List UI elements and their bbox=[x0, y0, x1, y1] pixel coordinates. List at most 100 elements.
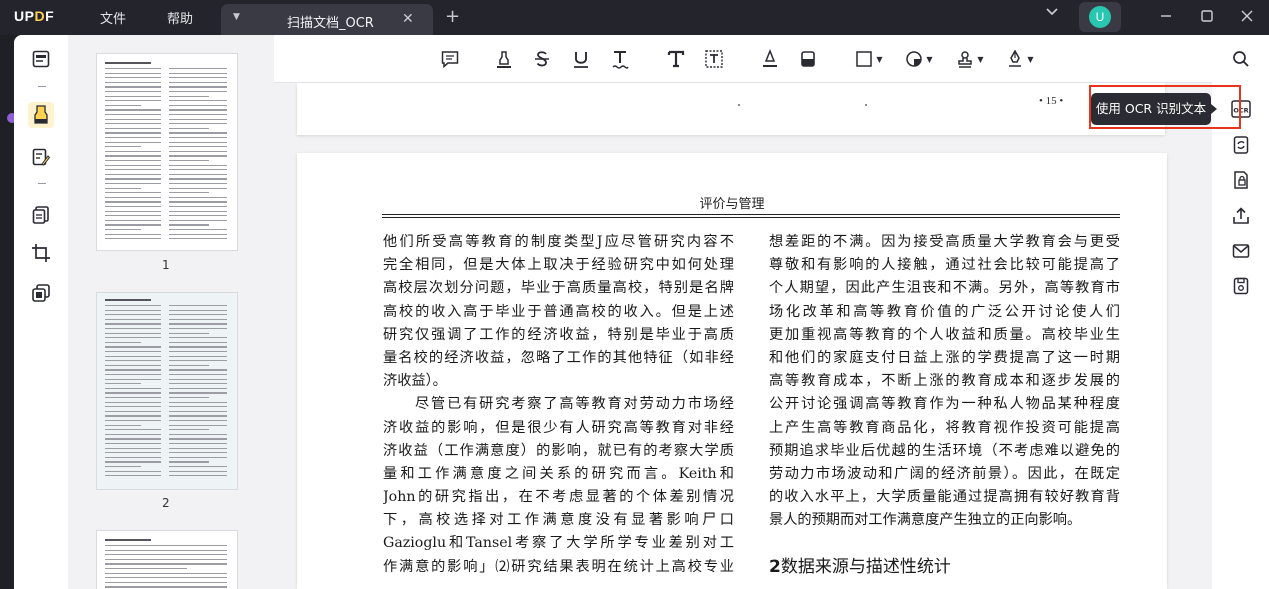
thumbnail-text-line bbox=[105, 233, 161, 235]
sticker-icon[interactable]: ▼ bbox=[902, 47, 936, 71]
thumbnail-text-line bbox=[169, 77, 227, 79]
eraser-icon[interactable] bbox=[796, 47, 820, 71]
convert-icon[interactable] bbox=[1229, 133, 1253, 157]
thumbnail-text-line bbox=[169, 452, 227, 454]
text-line: John的研究指出，在不考虑显著的个体差别情况 bbox=[383, 489, 734, 506]
thumbnail-text-line bbox=[169, 397, 209, 399]
text-line: 作满意的影响」⑵研究结果表明在统计上高校专业 bbox=[383, 558, 734, 575]
share-icon[interactable] bbox=[1229, 204, 1253, 228]
chevron-down-icon[interactable] bbox=[1045, 4, 1059, 22]
thumbnail-text-line bbox=[105, 577, 227, 579]
textbox-icon[interactable] bbox=[702, 47, 726, 71]
thumbnail-text-line bbox=[169, 401, 227, 403]
text-line: 个人期望，因此产生沮丧和不满。另外，高等教育市 bbox=[769, 280, 1120, 297]
thumbnail-text-line bbox=[105, 150, 161, 152]
edit-pdf-icon[interactable] bbox=[28, 144, 54, 170]
thumbnail-text-line bbox=[105, 309, 161, 311]
thumbnail-text-line bbox=[105, 424, 141, 426]
thumbnail-text-line bbox=[105, 466, 141, 468]
pages-icon[interactable] bbox=[28, 202, 54, 228]
page-thumbnail[interactable] bbox=[96, 530, 238, 589]
strikethrough-icon[interactable] bbox=[530, 47, 554, 71]
menu-file[interactable]: 文件 bbox=[100, 8, 126, 27]
thumbnail-text-line bbox=[105, 401, 161, 403]
layers-icon[interactable] bbox=[28, 280, 54, 306]
comment-icon[interactable] bbox=[438, 47, 462, 71]
maximize-icon[interactable] bbox=[1200, 9, 1214, 27]
thumbnail-text-line bbox=[169, 470, 227, 472]
mail-icon[interactable] bbox=[1229, 239, 1253, 263]
thumbnail-text-line bbox=[169, 318, 227, 320]
text-line: 下，高校选择对工作满意度没有显著影响尸口 bbox=[383, 512, 734, 529]
save-icon[interactable] bbox=[1229, 274, 1253, 298]
thumbnail-text-line bbox=[105, 364, 161, 366]
protect-icon[interactable] bbox=[1229, 168, 1253, 192]
thumbnail-text-line bbox=[169, 433, 227, 435]
thumbnail-text-line bbox=[105, 86, 161, 88]
thumbnail-text-line bbox=[169, 387, 227, 389]
thumbnail-text-line bbox=[169, 210, 227, 212]
tool-separator bbox=[38, 183, 46, 184]
thumbnail-text-line bbox=[105, 539, 151, 541]
thumbnail-text-line bbox=[105, 238, 161, 240]
stamp-icon[interactable]: ▼ bbox=[953, 47, 987, 71]
search-icon[interactable] bbox=[1229, 47, 1253, 71]
thumbnail-text-line bbox=[105, 192, 161, 194]
reader-icon[interactable] bbox=[28, 46, 54, 72]
thumbnail-text-line bbox=[169, 187, 227, 189]
document-page: 评价与管理 他们所受高等教育的制度类型J应尽管研究内容不 完全相同，但是大体上取决… bbox=[297, 153, 1167, 589]
thumbnail-text-line bbox=[169, 196, 227, 198]
text-line: 尊敬和有影响的人接触，通过社会比较可能提高了 bbox=[769, 257, 1120, 274]
thumbnail-text-line bbox=[105, 100, 161, 102]
app-logo: UPDF bbox=[14, 8, 55, 24]
thumbnail-text-line bbox=[105, 554, 227, 556]
tab-close-icon[interactable]: ✕ bbox=[402, 11, 414, 27]
thumbnail-text-line bbox=[169, 305, 227, 307]
document-tab[interactable]: ▼ 扫描文档_OCR ✕ bbox=[221, 4, 433, 35]
thumbnail-text-line bbox=[105, 355, 161, 357]
text-line: 尽管已有研究考察了高等教育对劳动力市场经 bbox=[415, 396, 734, 413]
thumbnail-text-line bbox=[105, 378, 161, 380]
new-tab-icon[interactable]: + bbox=[445, 6, 460, 27]
tab-title: 扫描文档_OCR bbox=[287, 16, 374, 31]
text-line: 济收益）。 bbox=[383, 373, 447, 390]
thumbnail-text-line bbox=[169, 369, 227, 371]
close-window-icon[interactable] bbox=[1240, 9, 1254, 27]
thumbnail-text-line bbox=[169, 346, 227, 348]
pencil-icon[interactable] bbox=[758, 47, 782, 71]
thumbnail-text-line bbox=[169, 91, 227, 93]
left-column: 他们所受高等教育的制度类型J应尽管研究内容不 完全相同，但是大体上取决于经验研究中… bbox=[383, 231, 734, 579]
underline-icon[interactable] bbox=[569, 47, 593, 71]
page-thumbnail[interactable] bbox=[96, 53, 238, 251]
thumbnail-text-line bbox=[169, 114, 227, 116]
thumbnail-text-line bbox=[169, 351, 227, 353]
thumbnail-text-line bbox=[169, 123, 227, 125]
tab-dropdown-icon[interactable]: ▼ bbox=[233, 12, 243, 22]
menu-help[interactable]: 帮助 bbox=[167, 8, 193, 27]
thumbnail-text-line bbox=[105, 62, 151, 64]
thumbnail-text-line bbox=[169, 392, 227, 394]
shape-icon[interactable]: ▼ bbox=[852, 47, 886, 71]
main-area: ▼ ▼ ▼ ▼ • 15 • 评价与管理 他们所受高等教育的制度类型J应尽管研究… bbox=[274, 35, 1212, 589]
signature-icon[interactable]: ▼ bbox=[1003, 47, 1037, 71]
thumbnail-text-line bbox=[169, 364, 209, 366]
thumbnail-text-line bbox=[105, 410, 161, 412]
thumbnail-text-line bbox=[169, 95, 209, 97]
thumbnail-text-line bbox=[169, 475, 227, 477]
thumbnail-text-line bbox=[105, 452, 161, 454]
page-thumbnail[interactable] bbox=[96, 292, 238, 490]
squiggly-icon[interactable] bbox=[608, 47, 632, 71]
section-title: 数据来源与描述性统计 bbox=[780, 557, 951, 577]
thumbnail-text-line bbox=[105, 123, 161, 125]
thumbnail-text-line bbox=[105, 72, 161, 74]
highlight-pen-icon[interactable] bbox=[492, 47, 516, 71]
account-button[interactable]: U bbox=[1079, 2, 1121, 32]
text-icon[interactable] bbox=[664, 47, 688, 71]
thumbnail-text-line bbox=[105, 545, 227, 547]
thumbnail-text-line bbox=[169, 127, 209, 129]
text-line: 劳动力市场波动和广阔的经济前景）。因此，在既定 bbox=[769, 465, 1120, 482]
minimize-icon[interactable] bbox=[1159, 9, 1173, 27]
thumbnail-text-line bbox=[169, 132, 227, 134]
crop-icon[interactable] bbox=[28, 240, 54, 266]
highlight-tool-icon[interactable] bbox=[28, 102, 54, 128]
